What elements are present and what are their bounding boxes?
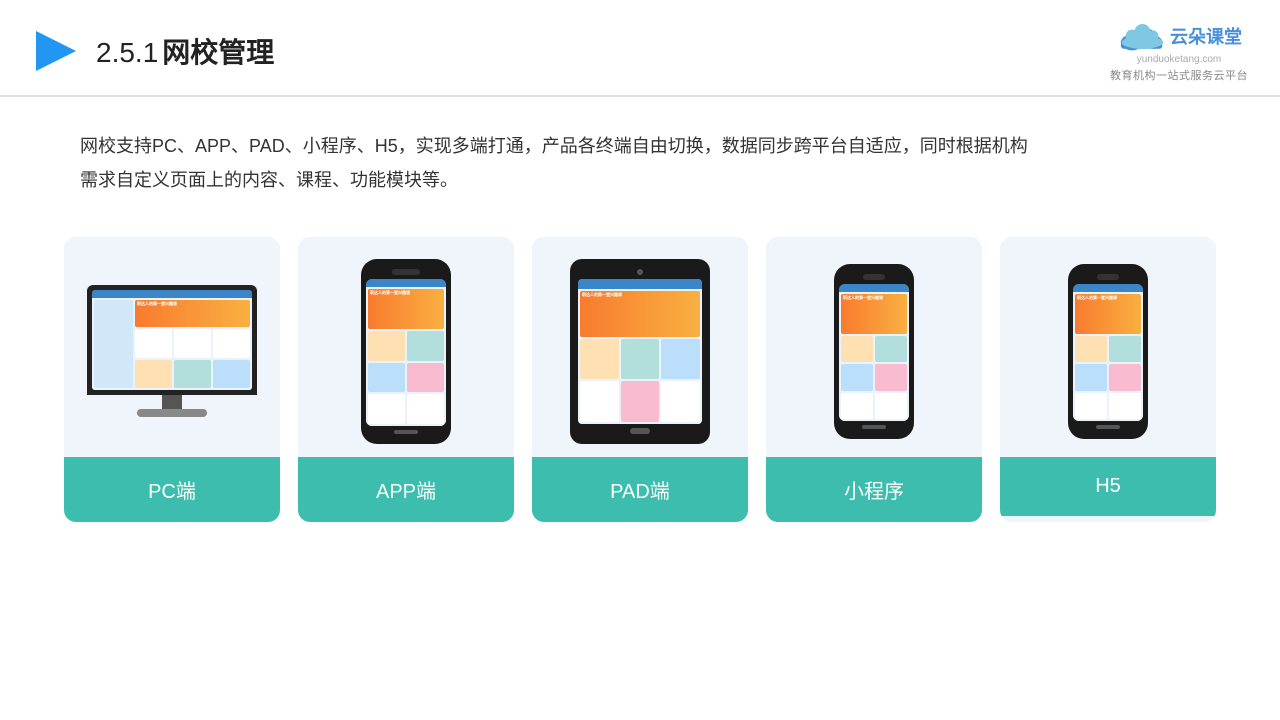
logo-area: 云朵课堂 yunduoketang.com 教育机构一站式服务云平台 xyxy=(1110,18,1248,83)
card-pad-label: PAD端 xyxy=(532,457,748,522)
phone-screen-mini: 职达人的第一堂兴趣课 xyxy=(839,284,909,421)
card-miniprogram-image: 职达人的第一堂兴趣课 xyxy=(766,237,982,457)
card-miniprogram: 职达人的第一堂兴趣课 xyxy=(766,237,982,522)
card-miniprogram-label: 小程序 xyxy=(766,457,982,522)
logo-box: 云朵课堂 xyxy=(1116,18,1242,54)
description-area: 网校支持PC、APP、PAD、小程序、H5，实现多端打通，产品各终端自由切换，数… xyxy=(0,97,1280,217)
pc-screen-outer: 职达人的第一堂兴趣课 xyxy=(87,285,257,395)
phone-screen-h5: 职达人的第一堂兴趣课 xyxy=(1073,284,1143,421)
phone-outer-mini: 职达人的第一堂兴趣课 xyxy=(834,264,914,439)
card-h5-image: 职达人的第一堂兴趣课 xyxy=(1000,237,1216,457)
card-pad: 职达人的第一堂兴趣课 xyxy=(532,237,748,522)
pc-screen: 职达人的第一堂兴趣课 xyxy=(92,290,252,390)
pc-mockup: 职达人的第一堂兴趣课 xyxy=(87,285,257,417)
card-app: 职达人的第一堂兴趣课 xyxy=(298,237,514,522)
play-icon xyxy=(32,27,80,75)
card-pad-image: 职达人的第一堂兴趣课 xyxy=(532,237,748,457)
cards-area: 职达人的第一堂兴趣课 xyxy=(0,217,1280,522)
phone-outer-app: 职达人的第一堂兴趣课 xyxy=(361,259,451,444)
phone-mockup-h5: 职达人的第一堂兴趣课 xyxy=(1068,264,1148,439)
card-h5: 职达人的第一堂兴趣课 xyxy=(1000,237,1216,522)
tablet-screen: 职达人的第一堂兴趣课 xyxy=(578,279,702,424)
cloud-icon xyxy=(1116,18,1164,54)
card-app-label: APP端 xyxy=(298,457,514,522)
phone-mockup-app: 职达人的第一堂兴趣课 xyxy=(361,259,451,444)
phone-outer-h5: 职达人的第一堂兴趣课 xyxy=(1068,264,1148,439)
card-h5-label: H5 xyxy=(1000,457,1216,516)
card-pc-label: PC端 xyxy=(64,457,280,522)
tablet-outer: 职达人的第一堂兴趣课 xyxy=(570,259,710,444)
page-title: 2.5.1网校管理 xyxy=(96,31,274,71)
card-pc-image: 职达人的第一堂兴趣课 xyxy=(64,237,280,457)
header-left: 2.5.1网校管理 xyxy=(32,27,274,75)
header: 2.5.1网校管理 云朵课堂 yunduoketang.com 教育机构一站式服… xyxy=(0,0,1280,97)
card-pc: 职达人的第一堂兴趣课 xyxy=(64,237,280,522)
phone-screen-app: 职达人的第一堂兴趣课 xyxy=(366,279,446,426)
tablet-mockup: 职达人的第一堂兴趣课 xyxy=(570,259,710,444)
card-app-image: 职达人的第一堂兴趣课 xyxy=(298,237,514,457)
phone-mockup-mini: 职达人的第一堂兴趣课 xyxy=(834,264,914,439)
